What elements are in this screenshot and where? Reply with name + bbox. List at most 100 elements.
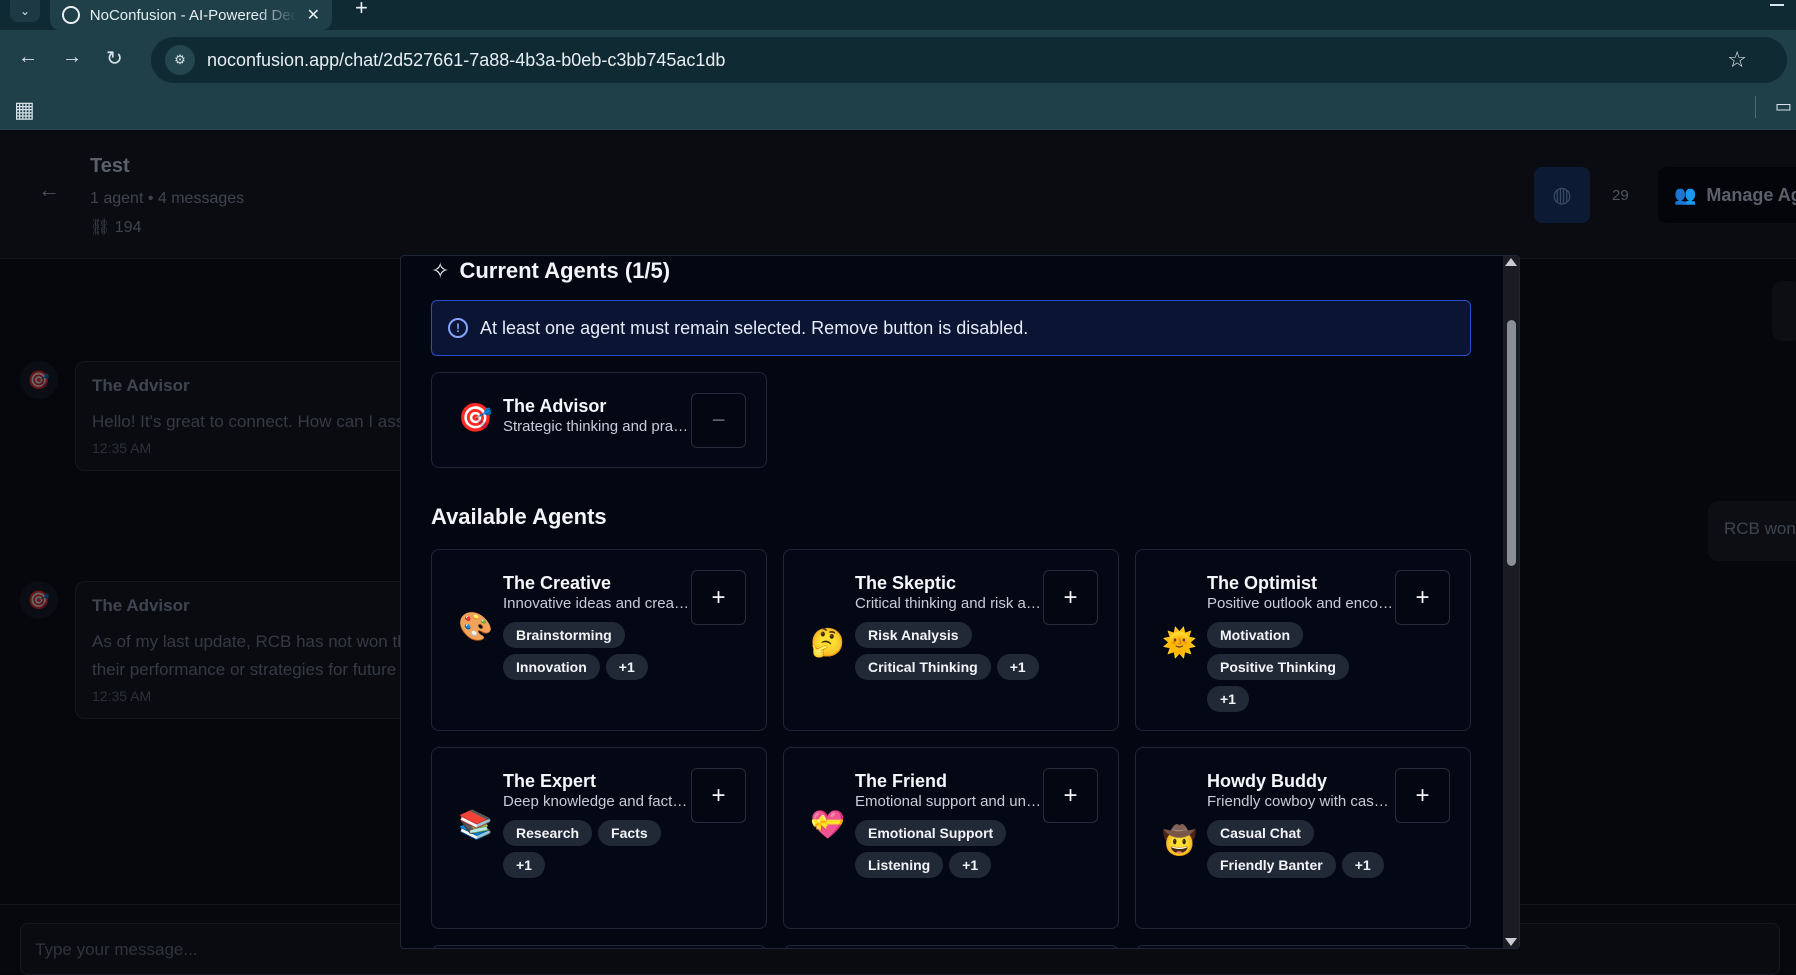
manage-agents-label: Manage Agents bbox=[1706, 184, 1796, 205]
agent-desc: Critical thinking and risk assessment bbox=[855, 595, 1041, 612]
folder-icon[interactable]: ▭ bbox=[1775, 96, 1792, 117]
bookmark-star-icon[interactable]: ☆ bbox=[1727, 47, 1747, 73]
browser-tab-active[interactable]: NoConfusion - AI-Powered Decision ✕ bbox=[50, 0, 332, 30]
info-text: At least one agent must remain selected.… bbox=[480, 317, 1029, 338]
manage-agents-button[interactable]: 👥 Manage Agents bbox=[1658, 167, 1796, 223]
agent-name: The Creative bbox=[503, 573, 612, 593]
advisor-avatar: 🎯 bbox=[20, 581, 58, 619]
agent-card-partial bbox=[431, 945, 767, 948]
agent-name: The Skeptic bbox=[855, 573, 957, 593]
tag: Risk Analysis bbox=[855, 622, 972, 648]
tag: Friendly Banter bbox=[1207, 852, 1336, 878]
agent-info: The Optimist Positive outlook and encour… bbox=[1207, 572, 1393, 712]
books-icon: 📚 bbox=[458, 809, 493, 840]
chat-link-count: ⛓ 194 bbox=[90, 219, 142, 236]
reload-icon[interactable]: ↻ bbox=[106, 46, 123, 71]
agent-card-expert: 📚 The Expert Deep knowledge and factual … bbox=[431, 747, 767, 929]
current-agents-title: Current Agents (1/5) bbox=[459, 258, 671, 283]
tag-more: +1 bbox=[503, 852, 545, 878]
agent-desc: Friendly cowboy with casual charm bbox=[1207, 793, 1393, 810]
close-tab-icon[interactable]: ✕ bbox=[307, 5, 320, 25]
agent-info: The Advisor Strategic thinking and pract… bbox=[503, 395, 689, 437]
tab-title: NoConfusion - AI-Powered Decision bbox=[89, 6, 297, 24]
sparkle-icon: ✧ bbox=[431, 258, 450, 283]
agent-card-optimist: 🌞 The Optimist Positive outlook and enco… bbox=[1135, 549, 1471, 731]
agent-tags: Risk Analysis Critical Thinking +1 bbox=[855, 622, 1041, 680]
bookmarks-bar: ▦ ▭ bbox=[0, 90, 1796, 130]
scroll-up-arrow-icon[interactable] bbox=[1505, 258, 1517, 266]
agent-desc: Positive outlook and encouragement bbox=[1207, 595, 1393, 612]
tag-more: +1 bbox=[1207, 686, 1249, 712]
add-agent-button[interactable]: + bbox=[1395, 768, 1450, 823]
users-icon: 👥 bbox=[1674, 184, 1697, 205]
scroll-thumb[interactable] bbox=[1507, 320, 1516, 566]
browser-toolbar: ← → ↻ ⚙ noconfusion.app/chat/2d527661-7a… bbox=[0, 30, 1796, 90]
thinking-face-icon: 🤔 bbox=[810, 627, 845, 658]
add-agent-button[interactable]: + bbox=[691, 768, 746, 823]
back-arrow-icon[interactable]: ← bbox=[18, 46, 38, 69]
tag-more: +1 bbox=[605, 654, 648, 680]
tag: Motivation bbox=[1207, 622, 1303, 648]
user-message-bubble: RCB won bbox=[1708, 501, 1796, 561]
site-info-icon[interactable]: ⚙ bbox=[165, 45, 195, 75]
agent-name: The Expert bbox=[503, 771, 597, 791]
forward-arrow-icon[interactable]: → bbox=[62, 46, 82, 69]
agent-name: The Friend bbox=[855, 771, 948, 791]
chat-count-value: 194 bbox=[114, 219, 142, 236]
new-tab-button[interactable]: + bbox=[355, 0, 368, 19]
credits-count: 29 bbox=[1612, 187, 1629, 204]
available-agents-title: Available Agents bbox=[431, 504, 607, 529]
add-agent-button[interactable]: + bbox=[1043, 768, 1098, 823]
tag: Research bbox=[503, 820, 593, 846]
manage-agents-modal: ✧ Current Agents (1/5) ! At least one ag… bbox=[400, 255, 1520, 949]
minimize-window-button[interactable] bbox=[1770, 4, 1784, 6]
info-alert: ! At least one agent must remain selecte… bbox=[431, 300, 1471, 356]
agent-desc: Innovative ideas and creative solutions bbox=[503, 595, 689, 612]
agent-name: The Advisor bbox=[503, 396, 607, 416]
globe-button[interactable]: ◍ bbox=[1534, 167, 1590, 223]
current-agent-card: 🎯 The Advisor Strategic thinking and pra… bbox=[431, 372, 767, 468]
add-agent-button[interactable]: + bbox=[1395, 570, 1450, 625]
agent-info: The Friend Emotional support and underst… bbox=[855, 770, 1041, 878]
current-agents-heading: ✧ Current Agents (1/5) bbox=[431, 256, 670, 286]
agent-info: The Creative Innovative ideas and creati… bbox=[503, 572, 689, 680]
tag: Brainstorming bbox=[503, 622, 625, 648]
chat-back-arrow-icon[interactable]: ← bbox=[38, 177, 60, 203]
address-bar[interactable]: ⚙ noconfusion.app/chat/2d527661-7a88-4b3… bbox=[151, 37, 1787, 83]
tag: Listening bbox=[855, 852, 944, 878]
tag: Innovation bbox=[503, 654, 600, 680]
modal-scrollbar[interactable] bbox=[1503, 256, 1519, 948]
agent-info: The Skeptic Critical thinking and risk a… bbox=[855, 572, 1041, 680]
favicon-icon bbox=[62, 6, 80, 24]
agent-card-howdy-buddy: 🤠 Howdy Buddy Friendly cowboy with casua… bbox=[1135, 747, 1471, 929]
add-agent-button[interactable]: + bbox=[1043, 570, 1098, 625]
agent-desc: Emotional support and understanding bbox=[855, 793, 1041, 810]
agent-name: The Optimist bbox=[1207, 573, 1318, 593]
globe-icon: ◍ bbox=[1552, 182, 1572, 207]
agent-desc: Deep knowledge and factual insights bbox=[503, 793, 689, 810]
agent-info: Howdy Buddy Friendly cowboy with casual … bbox=[1207, 770, 1393, 878]
cowboy-icon: 🤠 bbox=[1162, 825, 1197, 856]
url-text: noconfusion.app/chat/2d527661-7a88-4b3a-… bbox=[207, 49, 726, 70]
agent-desc: Strategic thinking and practical advice bbox=[503, 418, 689, 435]
sun-icon: 🌞 bbox=[1162, 627, 1197, 658]
advisor-avatar: 🎯 bbox=[20, 361, 58, 399]
agent-name: Howdy Buddy bbox=[1207, 771, 1327, 791]
add-agent-button[interactable]: + bbox=[691, 570, 746, 625]
apps-grid-icon[interactable]: ▦ bbox=[14, 97, 35, 123]
palette-icon: 🎨 bbox=[458, 611, 493, 642]
tag: Facts bbox=[598, 820, 661, 846]
agent-tags: Motivation Positive Thinking +1 bbox=[1207, 622, 1393, 712]
tag: Critical Thinking bbox=[855, 654, 991, 680]
agent-tags: Research Facts +1 bbox=[503, 820, 689, 878]
tag-more: +1 bbox=[996, 654, 1039, 680]
tag: Casual Chat bbox=[1207, 820, 1314, 846]
tab-search-icon[interactable]: ⌄ bbox=[10, 0, 40, 22]
agent-tags: Emotional Support Listening +1 bbox=[855, 820, 1041, 878]
remove-agent-button[interactable]: − bbox=[691, 393, 746, 448]
chat-title: Test bbox=[90, 155, 130, 177]
tag-more: +1 bbox=[1341, 852, 1384, 878]
tag-more: +1 bbox=[949, 852, 992, 878]
agent-tags: Brainstorming Innovation +1 bbox=[503, 622, 689, 680]
scroll-down-arrow-icon[interactable] bbox=[1505, 938, 1517, 946]
